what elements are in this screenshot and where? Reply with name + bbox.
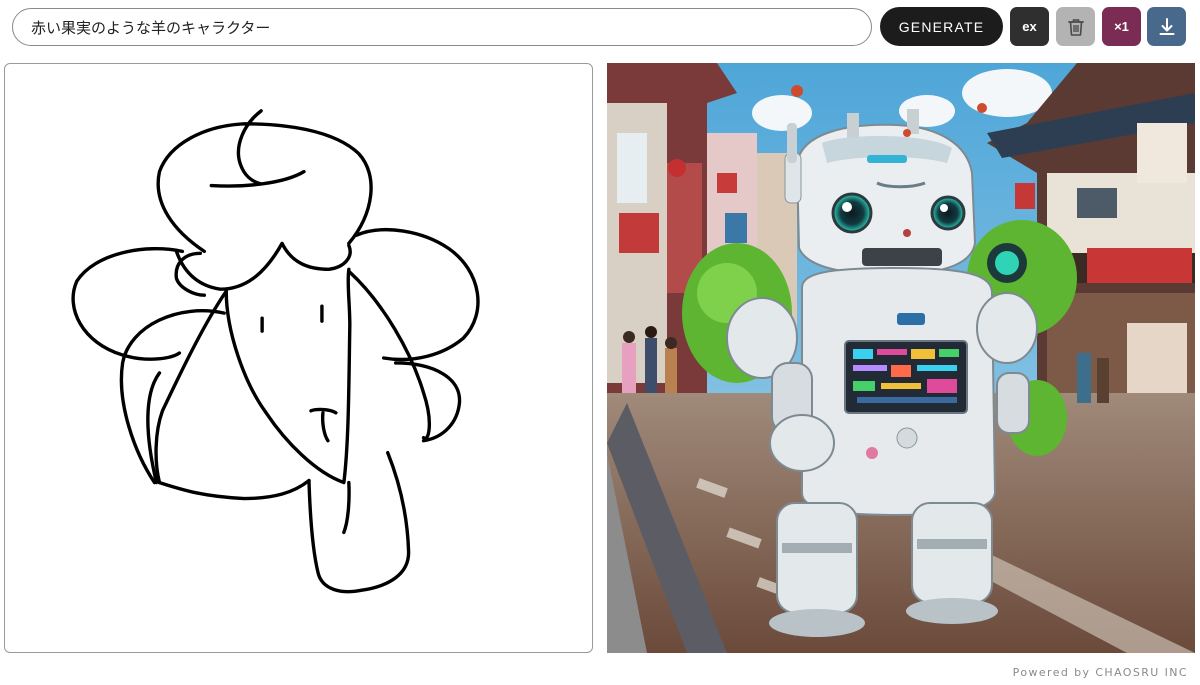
sheep-sketch xyxy=(71,109,480,594)
powered-by-footer: Powered by CHAOSRU INC xyxy=(1012,666,1188,679)
count-button[interactable]: ×1 xyxy=(1102,7,1141,46)
clear-button[interactable] xyxy=(1056,7,1095,46)
generate-button[interactable]: GENERATE xyxy=(880,7,1003,46)
generated-robot-image xyxy=(607,63,1195,653)
generated-image xyxy=(607,63,1195,653)
ex-button[interactable]: ex xyxy=(1010,7,1049,46)
trash-icon xyxy=(1067,18,1084,36)
download-icon xyxy=(1159,17,1174,35)
download-button[interactable] xyxy=(1147,7,1186,46)
drawing-canvas[interactable] xyxy=(4,63,593,653)
prompt-input[interactable] xyxy=(12,8,872,46)
